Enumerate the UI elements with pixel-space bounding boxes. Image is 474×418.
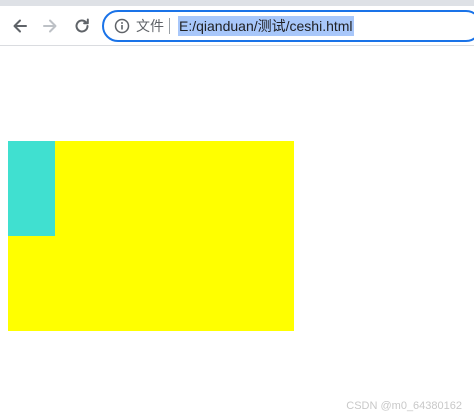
reload-icon [75, 18, 89, 33]
forward-button[interactable] [38, 14, 62, 38]
reload-button[interactable] [70, 14, 94, 38]
forward-arrow-icon [43, 19, 57, 33]
address-separator [169, 18, 170, 34]
security-label[interactable]: 文件 [136, 17, 164, 35]
back-button[interactable] [8, 14, 32, 38]
cyan-box [8, 141, 55, 236]
info-icon[interactable] [114, 18, 130, 34]
address-bar[interactable]: 文件 E:/qianduan/测试/ceshi.html [102, 10, 474, 42]
url-text[interactable]: E:/qianduan/测试/ceshi.html [178, 16, 354, 36]
back-arrow-icon [13, 19, 27, 33]
browser-toolbar: 文件 E:/qianduan/测试/ceshi.html [0, 6, 474, 46]
watermark: CSDN @m0_64380162 [346, 400, 462, 412]
